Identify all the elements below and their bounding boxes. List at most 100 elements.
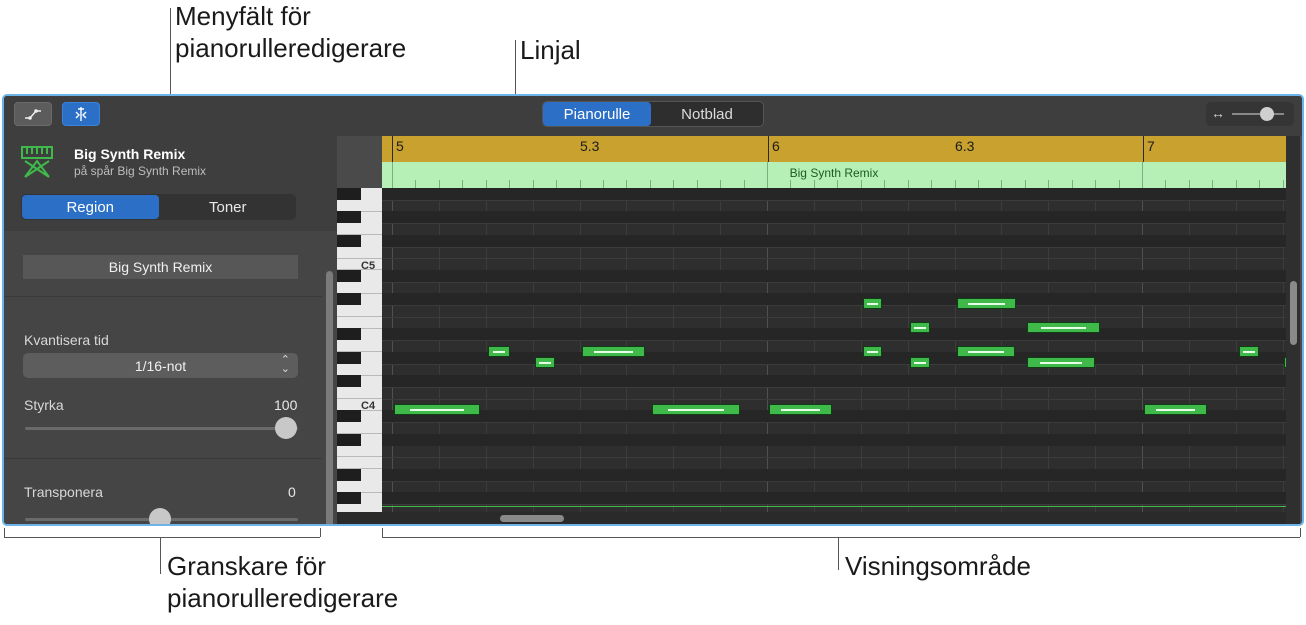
inspector-scroll-thumb[interactable] — [326, 271, 333, 524]
grid-row-black-key — [382, 293, 1286, 305]
callout-display-line — [838, 538, 839, 570]
region-tick — [790, 180, 791, 188]
ruler-label-6-3: 6.3 — [955, 138, 975, 154]
inspector-divider-2 — [4, 458, 322, 459]
midi-note[interactable] — [863, 346, 882, 357]
tab-notblad[interactable]: Notblad — [651, 102, 763, 126]
region-tick — [462, 180, 463, 188]
zoom-knob[interactable] — [1260, 107, 1274, 121]
smart-controls-icon — [75, 107, 87, 121]
snap-button[interactable] — [62, 102, 100, 126]
vertical-scrollbar[interactable] — [1286, 136, 1300, 524]
region-tick — [580, 180, 581, 188]
midi-note[interactable] — [394, 404, 480, 415]
midi-note[interactable] — [957, 346, 1015, 357]
grid-row-black-key — [382, 352, 1286, 364]
midi-note[interactable] — [1027, 357, 1095, 368]
region-tick — [767, 162, 768, 188]
inspector-tabs: Region Toner — [21, 194, 296, 220]
black-key[interactable] — [337, 434, 361, 446]
region-tick — [1236, 180, 1237, 188]
automation-button[interactable] — [14, 102, 52, 126]
transpose-slider-knob[interactable] — [149, 508, 171, 524]
grid-hline — [382, 399, 1286, 400]
transpose-label: Transponera — [24, 484, 103, 500]
midi-note[interactable] — [1144, 404, 1207, 415]
inspector-scrollbar[interactable] — [326, 271, 333, 524]
horizontal-zoom-icon: ↔ — [1211, 105, 1225, 121]
display-bracket-right — [1300, 528, 1301, 537]
region-tick — [861, 180, 862, 188]
black-key[interactable] — [337, 492, 361, 504]
callout-ruler: Linjal — [520, 35, 581, 65]
ruler-label-5-3: 5.3 — [580, 138, 600, 154]
callout-inspector-line — [160, 538, 161, 574]
grid-row-black-key — [382, 270, 1286, 282]
velocity-slider-track[interactable] — [25, 427, 298, 430]
region-tick — [1259, 180, 1260, 188]
horizontal-scroll-thumb[interactable] — [500, 515, 564, 522]
grid-hline — [382, 504, 1286, 505]
grid-row-black-key — [382, 469, 1286, 481]
callout-inspector-line1: Granskare för — [167, 551, 326, 581]
region-tick — [837, 180, 838, 188]
black-key[interactable] — [337, 235, 361, 247]
region-tick — [1025, 180, 1026, 188]
midi-note[interactable] — [582, 346, 645, 357]
region-tick — [1283, 180, 1284, 188]
callout-menubar-line — [170, 8, 171, 94]
black-key[interactable] — [337, 188, 361, 200]
black-key[interactable] — [337, 375, 361, 387]
grid-hline — [382, 481, 1286, 482]
region-tick — [673, 180, 674, 188]
tab-region[interactable]: Region — [22, 195, 159, 219]
quantize-select[interactable]: 1/16-not ⌃ ⌄ — [23, 353, 298, 378]
midi-note[interactable] — [1239, 346, 1259, 357]
black-key[interactable] — [337, 410, 361, 422]
view-switcher: Pianorulle Notblad — [542, 101, 764, 127]
ruler[interactable]: 5 5.3 6 6.3 7 — [382, 136, 1286, 162]
midi-note[interactable] — [910, 357, 930, 368]
tab-toner[interactable]: Toner — [160, 194, 297, 220]
midi-note[interactable] — [652, 404, 740, 415]
grid-hline — [382, 258, 1286, 259]
black-key[interactable] — [337, 270, 361, 282]
piano-roll-editor: Pianorulle Notblad ↔ Big Synth Remix på … — [2, 94, 1304, 526]
horizontal-zoom-slider[interactable]: ↔ — [1206, 102, 1294, 126]
callout-menubar-line1: Menyfält för — [175, 1, 311, 31]
vertical-scroll-thumb[interactable] — [1290, 281, 1297, 345]
region-tick — [1072, 180, 1073, 188]
black-key[interactable] — [337, 328, 361, 340]
grid-hline — [382, 387, 1286, 388]
piano-keyboard[interactable]: C5 C4 — [337, 188, 382, 512]
black-key[interactable] — [337, 469, 361, 481]
midi-note[interactable] — [1027, 322, 1100, 333]
midi-note[interactable] — [957, 298, 1016, 309]
zoom-track — [1232, 113, 1284, 115]
horizontal-scrollbar[interactable] — [337, 512, 1286, 524]
display-bracket — [382, 537, 1300, 538]
midi-note[interactable] — [488, 346, 510, 357]
region-header[interactable]: Big Synth Remix — [382, 162, 1286, 188]
ruler-tick — [1143, 136, 1144, 162]
note-grid[interactable] — [382, 188, 1286, 512]
transpose-value: 0 — [288, 484, 296, 500]
white-key-divider — [337, 456, 382, 457]
midi-note[interactable] — [910, 322, 930, 333]
region-header-name: Big Synth Remix — [789, 166, 879, 180]
midi-note[interactable] — [863, 298, 882, 309]
midi-note[interactable] — [769, 404, 832, 415]
midi-note[interactable] — [535, 357, 555, 368]
region-tick — [509, 180, 510, 188]
inspector-header: Big Synth Remix på spår Big Synth Remix … — [4, 136, 337, 231]
quantize-value: 1/16-not — [134, 357, 187, 374]
black-key[interactable] — [337, 293, 361, 305]
velocity-slider-knob[interactable] — [275, 417, 297, 439]
black-key[interactable] — [337, 352, 361, 364]
region-name-field[interactable]: Big Synth Remix — [23, 255, 298, 279]
black-key[interactable] — [337, 211, 361, 223]
tab-pianorulle[interactable]: Pianorulle — [543, 102, 651, 126]
grid-row-black-key — [382, 235, 1286, 247]
ruler-label-7: 7 — [1147, 138, 1155, 154]
grid-hline — [382, 317, 1286, 318]
